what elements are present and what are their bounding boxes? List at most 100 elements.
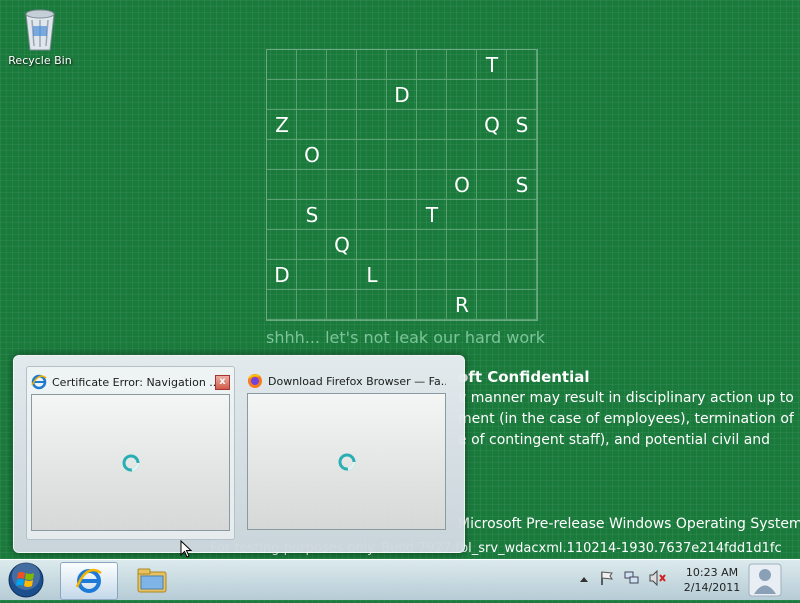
- recycle-bin-icon: [25, 9, 55, 51]
- grid-letter: D: [274, 263, 290, 287]
- grid-cell: [387, 290, 417, 320]
- grid-cell: [327, 50, 357, 80]
- grid-cell: [447, 200, 477, 230]
- grid-cell: [387, 140, 417, 170]
- grid-cell: [447, 260, 477, 290]
- grid-cell: [297, 290, 327, 320]
- grid-letter: O: [304, 143, 320, 167]
- grid-cell: [267, 80, 297, 110]
- grid-cell: [267, 140, 297, 170]
- grid-cell: [357, 140, 387, 170]
- user-account-button[interactable]: [748, 563, 782, 597]
- grid-cell: [477, 170, 507, 200]
- grid-cell: [447, 50, 477, 80]
- grid-cell: [357, 230, 387, 260]
- confidential-title: oft Confidential: [458, 368, 590, 386]
- grid-cell: [417, 230, 447, 260]
- grid-cell: [357, 200, 387, 230]
- grid-cell: [507, 80, 537, 110]
- grid-cell: [417, 110, 447, 140]
- network-icon[interactable]: [624, 570, 640, 590]
- grid-cell: [327, 260, 357, 290]
- grid-cell: [267, 170, 297, 200]
- grid-cell: [387, 170, 417, 200]
- system-clock[interactable]: 10:23 AM 2/14/2011: [682, 565, 742, 595]
- grid-cell: [507, 260, 537, 290]
- grid-cell: [297, 50, 327, 80]
- confidential-line: ment (in the case of employees), termina…: [458, 411, 794, 427]
- grid-cell: [447, 140, 477, 170]
- grid-cell: [267, 50, 297, 80]
- grid-cell: [297, 170, 327, 200]
- grid-cell: [507, 230, 537, 260]
- grid-cell: [417, 290, 447, 320]
- action-center-flag-icon[interactable]: [599, 570, 615, 590]
- grid-cell: [357, 80, 387, 110]
- grid-cell: [417, 50, 447, 80]
- thumbnail-content: [247, 393, 446, 530]
- grid-cell: [477, 200, 507, 230]
- grid-letter: O: [454, 173, 470, 197]
- grid-cell: [477, 230, 507, 260]
- grid-cell: [327, 110, 357, 140]
- grid-cell: [417, 140, 447, 170]
- grid-cell: [507, 200, 537, 230]
- grid-cell: [387, 260, 417, 290]
- letter-grid: TDZQSOOSSTQDLR: [266, 49, 538, 321]
- grid-cell: [327, 200, 357, 230]
- grid-cell: [267, 200, 297, 230]
- taskbar-ie-button[interactable]: [60, 562, 118, 600]
- taskbar-explorer-button[interactable]: [124, 562, 180, 598]
- grid-cell: [327, 140, 357, 170]
- grid-cell: [507, 290, 537, 320]
- recycle-bin-label: Recycle Bin: [8, 54, 72, 67]
- grid-letter: D: [394, 83, 410, 107]
- grid-letter: S: [515, 173, 529, 197]
- grid-letter: S: [515, 113, 529, 137]
- grid-cell: [417, 80, 447, 110]
- grid-cell: [297, 230, 327, 260]
- grid-cell: [477, 290, 507, 320]
- loading-spinner-icon: [338, 453, 355, 470]
- grid-cell: [417, 170, 447, 200]
- windows-logo-icon: [8, 562, 44, 598]
- grid-cell: [447, 80, 477, 110]
- recycle-bin-shortcut[interactable]: Recycle Bin: [6, 6, 74, 67]
- ie-icon: [75, 568, 102, 593]
- folder-icon: [137, 568, 167, 593]
- grid-cell: [507, 140, 537, 170]
- grid-cell: [477, 140, 507, 170]
- user-avatar-icon: [748, 563, 782, 597]
- clock-time: 10:23 AM: [685, 566, 739, 579]
- grid-letter: Q: [334, 233, 350, 257]
- grid-letter: R: [455, 293, 469, 317]
- grid-letter: L: [366, 263, 378, 287]
- grid-letter: T: [485, 53, 499, 77]
- thumbnail-ie-window[interactable]: Certificate Error: Navigation ... x: [26, 366, 235, 540]
- grid-cell: [357, 110, 387, 140]
- grid-cell: [387, 200, 417, 230]
- grid-cell: [507, 50, 537, 80]
- grid-cell: [387, 50, 417, 80]
- confidential-line: v manner may result in disciplinary acti…: [458, 390, 794, 406]
- confidential-line: e of contingent staff), and potential ci…: [458, 432, 771, 448]
- grid-cell: [447, 110, 477, 140]
- grid-cell: [297, 110, 327, 140]
- taskbar: 10:23 AM 2/14/2011: [0, 559, 800, 600]
- thumbnail-firefox-window[interactable]: Download Firefox Browser — Fa...: [243, 366, 450, 538]
- grid-cell: [357, 50, 387, 80]
- grid-caption: shhh... let's not leak our hard work: [266, 328, 546, 347]
- grid-letter: Z: [275, 113, 289, 137]
- grid-cell: [327, 170, 357, 200]
- thumbnail-close-button[interactable]: x: [215, 374, 230, 390]
- start-button[interactable]: [4, 561, 48, 599]
- grid-cell: [297, 80, 327, 110]
- show-hidden-icons-icon[interactable]: [578, 571, 590, 590]
- taskbar-thumbnail-preview: Certificate Error: Navigation ... x Down…: [13, 355, 465, 553]
- grid-cell: [387, 230, 417, 260]
- volume-muted-icon[interactable]: [649, 569, 667, 590]
- grid-letter: S: [305, 203, 319, 227]
- thumbnail-title: Download Firefox Browser — Fa...: [268, 374, 446, 388]
- grid-cell: [267, 290, 297, 320]
- loading-spinner-icon: [122, 454, 139, 471]
